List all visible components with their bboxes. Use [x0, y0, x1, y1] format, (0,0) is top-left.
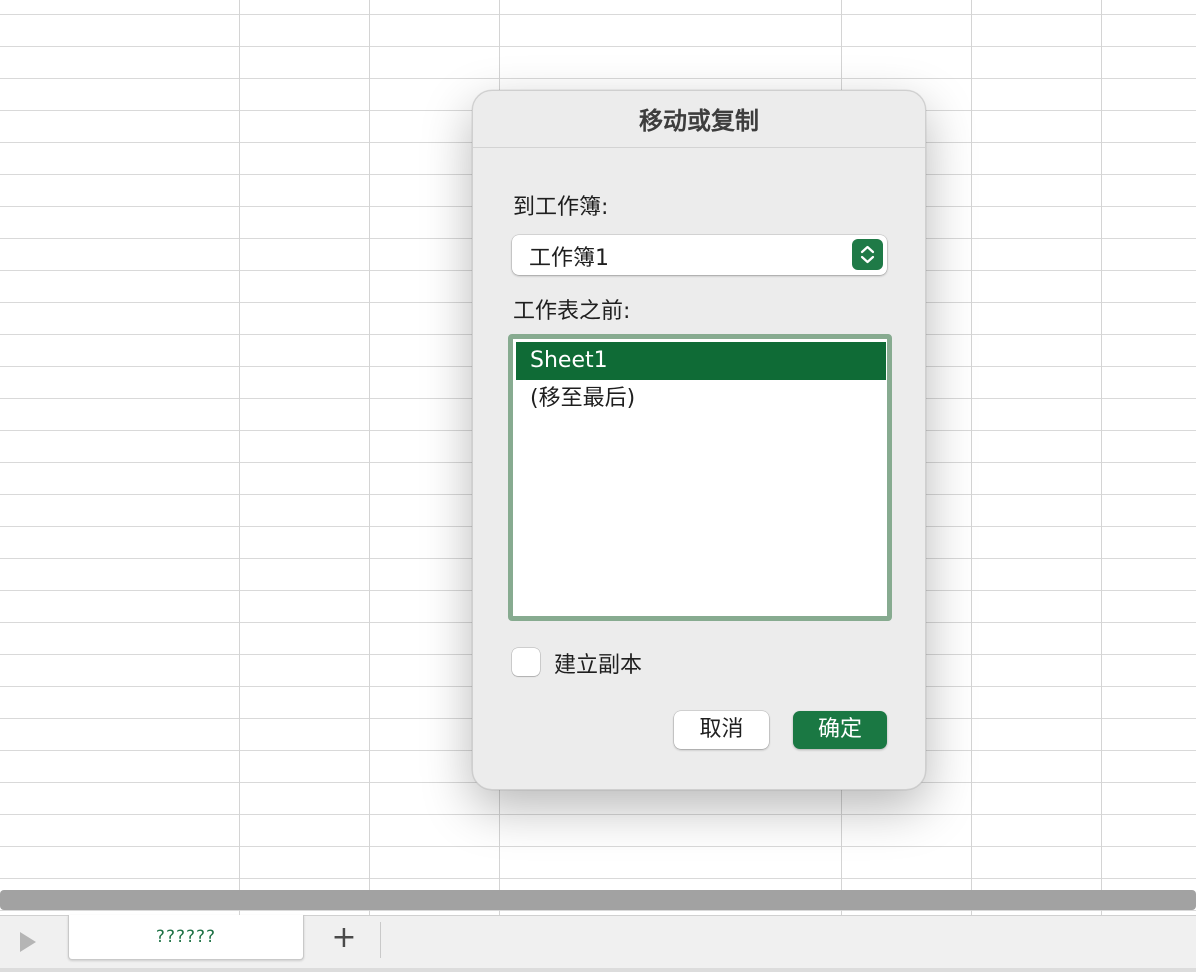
workbook-select-value: 工作簿1	[529, 246, 609, 271]
sheet-tab-active[interactable]: ??????	[68, 915, 304, 960]
column-divider	[369, 0, 370, 915]
workbook-select[interactable]: 工作簿1	[512, 235, 887, 275]
list-item-move-to-end[interactable]: (移至最后)	[516, 380, 886, 418]
cancel-button[interactable]: 取消	[674, 711, 769, 749]
move-or-copy-dialog: 移动或复制 到工作簿: 工作簿1 工作表之前: Sheet1 (移至最后) 建立…	[472, 90, 926, 790]
create-copy-checkbox[interactable]	[512, 648, 540, 676]
add-sheet-button[interactable]: +	[330, 923, 358, 953]
chevron-up-down-icon[interactable]	[852, 239, 883, 270]
column-divider	[1101, 0, 1102, 915]
column-divider	[239, 0, 240, 915]
play-triangle-icon[interactable]	[20, 932, 36, 952]
column-divider	[971, 0, 972, 915]
sheet-tab-bar: ?????? +	[0, 915, 1196, 972]
dialog-title: 移动或复制	[639, 107, 759, 135]
title-separator	[473, 147, 925, 148]
sheet-tab-label: ??????	[155, 927, 217, 947]
before-sheet-label: 工作表之前:	[513, 299, 631, 324]
tab-divider	[380, 922, 381, 958]
ok-button[interactable]: 确定	[793, 711, 887, 749]
list-item-sheet1[interactable]: Sheet1	[516, 342, 886, 380]
tabbar-bottom-edge	[0, 968, 1196, 972]
horizontal-scrollbar[interactable]	[0, 890, 1196, 910]
workbook-label: 到工作簿:	[513, 195, 609, 220]
create-copy-label[interactable]: 建立副本	[554, 647, 642, 679]
sheet-listbox[interactable]: Sheet1 (移至最后)	[508, 334, 892, 621]
